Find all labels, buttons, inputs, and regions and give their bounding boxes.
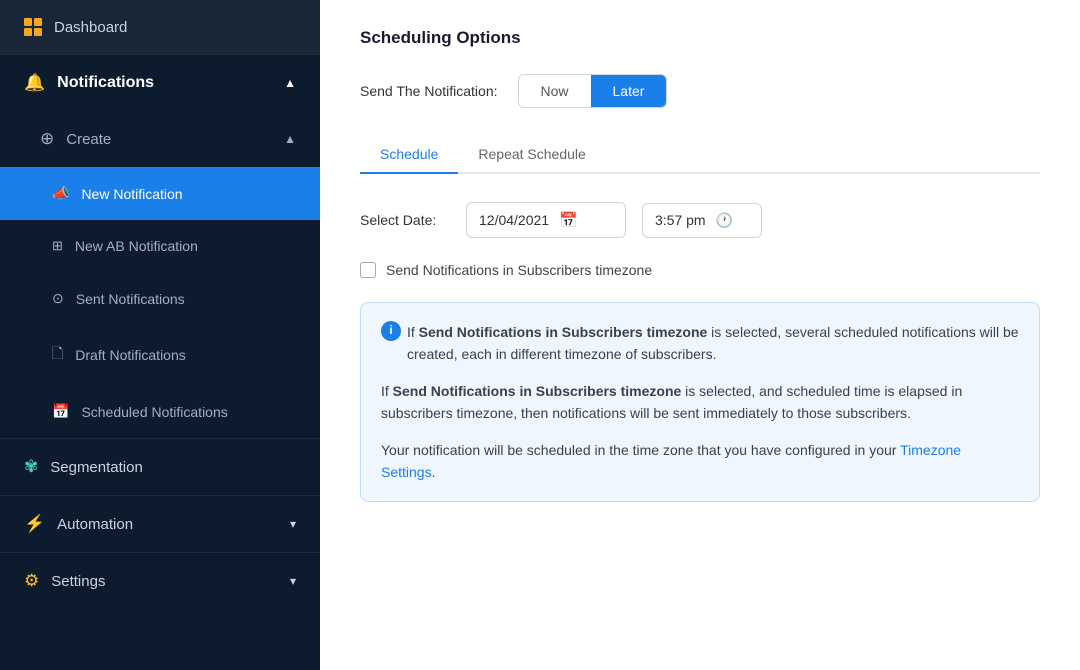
calendar-icon: 📅 (559, 211, 578, 229)
sidebar-item-label: Automation (57, 516, 133, 533)
timezone-checkbox-row: Send Notifications in Subscribers timezo… (360, 262, 1040, 278)
sidebar-item-label: Scheduled Notifications (81, 404, 227, 420)
timezone-checkbox[interactable] (360, 262, 376, 278)
file-icon: 🗋 (52, 343, 63, 367)
info-text-3: Your notification will be scheduled in t… (381, 439, 1019, 484)
date-value: 12/04/2021 (479, 212, 549, 228)
send-later-button[interactable]: Later (591, 75, 667, 107)
tab-repeat-schedule[interactable]: Repeat Schedule (458, 136, 605, 174)
info-box: i If Send Notifications in Subscribers t… (360, 302, 1040, 502)
ab-icon: ⊞ (52, 238, 63, 254)
page-title: Scheduling Options (360, 28, 1040, 48)
chevron-up-icon: ▲ (284, 132, 296, 146)
clock-icon: 🕐 (716, 212, 733, 229)
sidebar-item-label: Dashboard (54, 19, 127, 36)
check-circle-icon: ⊙ (52, 290, 64, 307)
sidebar-item-label: Draft Notifications (75, 347, 185, 363)
megaphone-icon: 📣 (52, 185, 69, 202)
info-text-2: If Send Notifications in Subscribers tim… (381, 380, 1019, 425)
time-input[interactable]: 3:57 pm 🕐 (642, 203, 762, 238)
info-bold-1: Send Notifications in Subscribers timezo… (419, 324, 708, 340)
main-content: Scheduling Options Send The Notification… (320, 0, 1080, 670)
calendar-clock-icon: 📅 (52, 403, 69, 420)
circle-plus-icon: ⊕ (40, 129, 54, 149)
sidebar-item-label: Sent Notifications (76, 291, 185, 307)
tab-schedule[interactable]: Schedule (360, 136, 458, 174)
chevron-up-icon: ▲ (284, 76, 296, 90)
date-row: Select Date: 12/04/2021 📅 3:57 pm 🕐 (360, 202, 1040, 238)
sidebar-item-settings[interactable]: ⚙ Settings ▾ (0, 553, 320, 609)
automation-icon: ⚡ (24, 514, 45, 534)
segment-icon: ✾ (24, 457, 38, 477)
sidebar-item-sent-notifications[interactable]: ⊙ Sent Notifications (0, 272, 320, 325)
info-text-1: If Send Notifications in Subscribers tim… (407, 321, 1019, 366)
date-label: Select Date: (360, 212, 450, 228)
send-notification-row: Send The Notification: Now Later (360, 74, 1040, 108)
sidebar-item-scheduled-notifications[interactable]: 📅 Scheduled Notifications (0, 385, 320, 438)
info-line-1: i If Send Notifications in Subscribers t… (381, 321, 1019, 366)
sidebar-item-label: Segmentation (50, 459, 143, 476)
sidebar-item-new-notification[interactable]: 📣 New Notification (0, 167, 320, 220)
sidebar: Dashboard 🔔 Notifications ▲ ⊕ Create ▲ 📣… (0, 0, 320, 670)
sidebar-item-label: New Notification (81, 186, 182, 202)
time-value: 3:57 pm (655, 212, 706, 228)
send-toggle-group: Now Later (518, 74, 668, 108)
sidebar-item-new-ab-notification[interactable]: ⊞ New AB Notification (0, 220, 320, 272)
schedule-tabs: Schedule Repeat Schedule (360, 136, 1040, 174)
sidebar-item-segmentation[interactable]: ✾ Segmentation (0, 439, 320, 495)
sidebar-item-notifications[interactable]: 🔔 Notifications ▲ (0, 55, 320, 111)
chevron-down-icon: ▾ (290, 517, 296, 531)
bell-icon: 🔔 (24, 73, 45, 93)
chevron-down-icon: ▾ (290, 574, 296, 588)
sidebar-item-create[interactable]: ⊕ Create ▲ (0, 111, 320, 167)
send-now-button[interactable]: Now (519, 75, 591, 107)
send-label: Send The Notification: (360, 83, 498, 99)
sidebar-item-label: Notifications (57, 74, 154, 92)
date-input[interactable]: 12/04/2021 📅 (466, 202, 626, 238)
sidebar-item-draft-notifications[interactable]: 🗋 Draft Notifications (0, 325, 320, 385)
sidebar-item-label: Create (66, 131, 111, 148)
timezone-checkbox-label: Send Notifications in Subscribers timezo… (386, 262, 652, 278)
sidebar-item-label: New AB Notification (75, 238, 198, 254)
sidebar-item-label: Settings (51, 573, 105, 590)
sidebar-item-automation[interactable]: ⚡ Automation ▾ (0, 496, 320, 552)
info-bold-2: Send Notifications in Subscribers timezo… (393, 383, 682, 399)
info-icon: i (381, 321, 401, 341)
settings-icon: ⚙ (24, 571, 39, 591)
dashboard-icon (24, 18, 42, 36)
sidebar-item-dashboard[interactable]: Dashboard (0, 0, 320, 54)
